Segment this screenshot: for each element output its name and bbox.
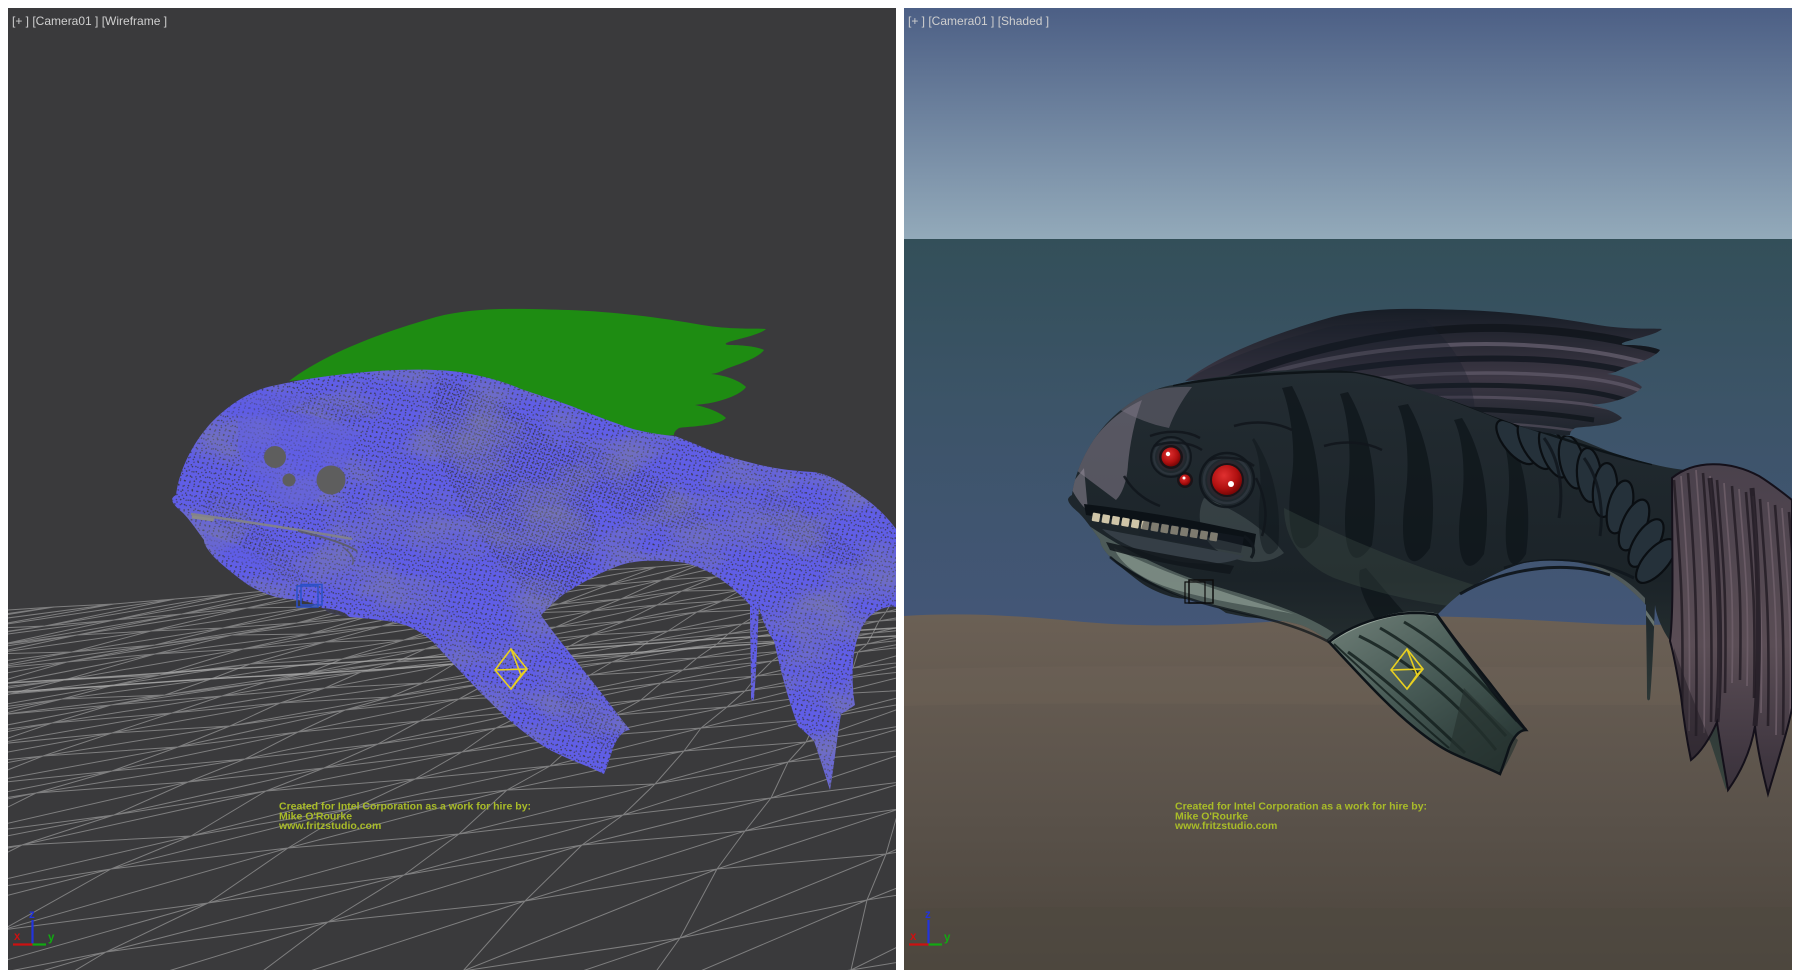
svg-text:z: z: [925, 909, 931, 921]
svg-text:x: x: [910, 931, 917, 943]
svg-text:y: y: [944, 932, 951, 944]
svg-text:[+ ] [Camera01 ] [Shaded ]: [+ ] [Camera01 ] [Shaded ]: [908, 14, 1049, 28]
svg-text:[+ ] [Camera01 ] [Wireframe ]: [+ ] [Camera01 ] [Wireframe ]: [12, 14, 167, 28]
svg-text:y: y: [48, 932, 55, 944]
svg-text:x: x: [14, 931, 21, 943]
svg-text:z: z: [29, 909, 35, 921]
svg-text:www.fritzstudio.com: www.fritzstudio.com: [1174, 820, 1277, 832]
svg-text:www.fritzstudio.com: www.fritzstudio.com: [278, 820, 381, 832]
